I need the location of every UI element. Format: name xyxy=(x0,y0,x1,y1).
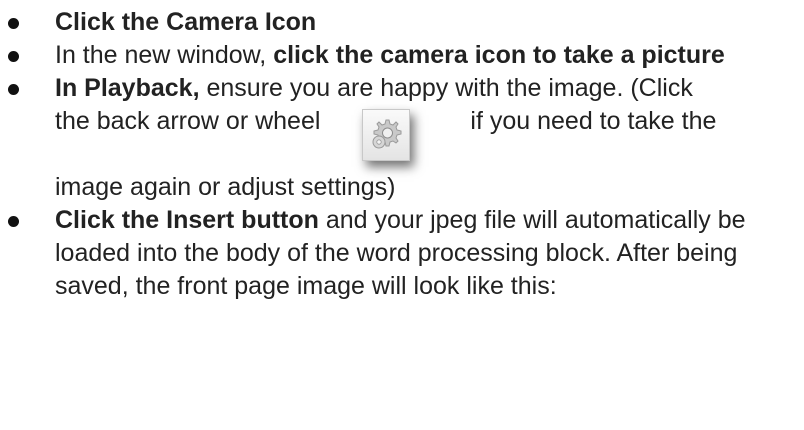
bullet-icon xyxy=(8,51,19,62)
step-3-bold: In Playback, xyxy=(55,74,200,102)
bullet-icon xyxy=(8,84,19,95)
settings-button-image xyxy=(362,109,411,161)
step-3-line1: ensure you are happy with the image. (Cl… xyxy=(199,74,693,102)
step-3-line3: image again or adjust settings) xyxy=(55,173,396,201)
list-item: Click the Camera Icon xyxy=(0,6,804,39)
bullet-icon xyxy=(8,216,19,227)
step-2-bold: click the camera icon to take a picture xyxy=(273,41,725,69)
document-page: Click the Camera Icon In the new window,… xyxy=(0,0,804,430)
instruction-list: Click the Camera Icon In the new window,… xyxy=(0,6,804,303)
step-4-bold: Click the Insert button xyxy=(55,206,319,234)
list-item: In the new window, click the camera icon… xyxy=(0,39,804,72)
settings-wheel-image xyxy=(320,105,470,161)
list-item: In Playback, ensure you are happy with t… xyxy=(0,72,804,204)
step-3-line2a: the back arrow or wheel xyxy=(55,107,321,135)
step-1-text: Click the Camera Icon xyxy=(55,8,317,36)
gear-icon xyxy=(372,119,402,149)
step-2-intro: In the new window, xyxy=(55,41,274,69)
step-3-line2b: if you need to take the xyxy=(470,107,717,135)
bullet-icon xyxy=(8,18,19,29)
list-item: Click the Insert button and your jpeg fi… xyxy=(0,204,804,303)
